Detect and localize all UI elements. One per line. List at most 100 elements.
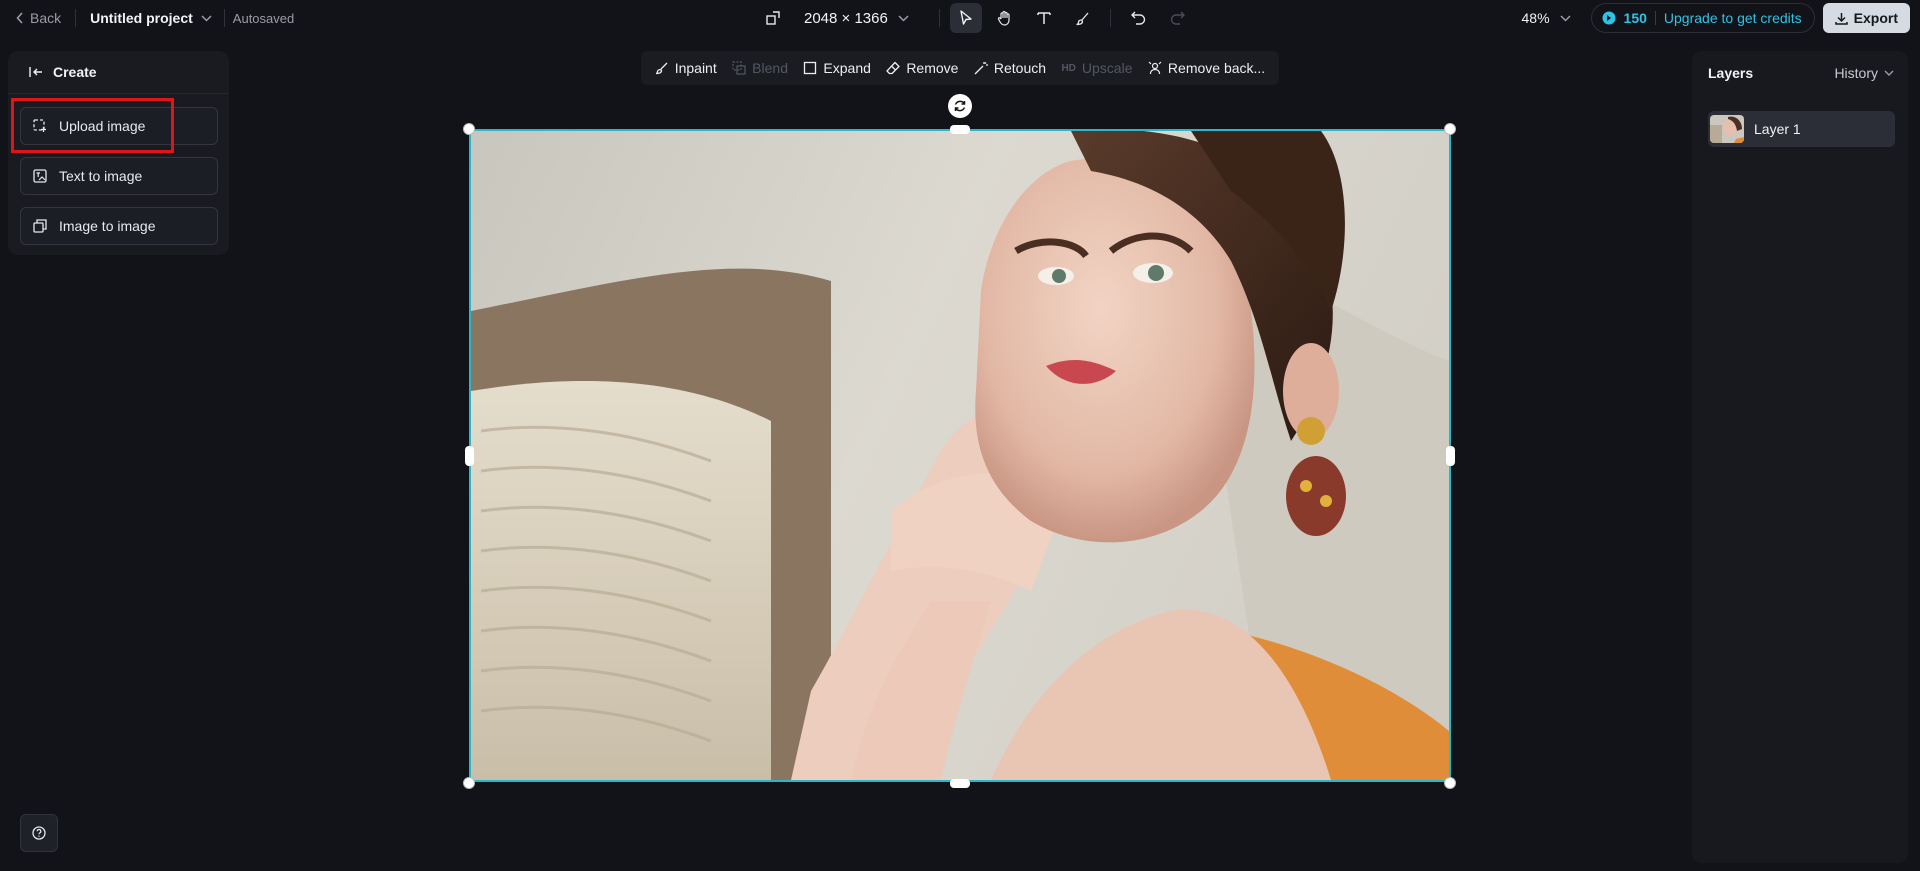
inpaint-button[interactable]: Inpaint — [655, 60, 717, 76]
select-tool[interactable] — [949, 3, 982, 33]
eraser-icon — [886, 61, 900, 75]
expand-button[interactable]: Expand — [803, 60, 871, 76]
resize-handle[interactable] — [950, 125, 970, 134]
rotate-icon — [954, 100, 966, 112]
edit-toolbar: Inpaint Blend Expand Remove Retouch HD U… — [641, 51, 1279, 85]
create-panel-header[interactable]: Create — [8, 51, 229, 94]
layer-item[interactable]: Layer 1 — [1708, 111, 1895, 147]
chevron-down-icon — [898, 14, 909, 22]
top-bar-left: Back Untitled project Autosaved — [16, 0, 294, 36]
resize-handle[interactable] — [463, 777, 475, 789]
download-icon — [1834, 12, 1848, 25]
cursor-arrow-icon — [960, 10, 972, 25]
remove-background-icon — [1148, 61, 1162, 75]
divider — [1109, 9, 1111, 27]
remove-background-label: Remove back... — [1167, 60, 1266, 76]
upload-image-label: Upload image — [59, 118, 146, 134]
upscale-button[interactable]: HD Upscale — [1061, 60, 1132, 76]
export-button[interactable]: Export — [1822, 3, 1910, 33]
chevron-down-icon — [201, 14, 212, 22]
upgrade-link[interactable]: Upgrade to get credits — [1664, 10, 1802, 26]
top-bar-center: 2048 × 1366 — [766, 0, 1201, 36]
blend-label: Blend — [752, 60, 788, 76]
layers-panel-header: Layers History — [1708, 51, 1894, 95]
history-label: History — [1834, 65, 1878, 81]
expand-label: Expand — [823, 60, 871, 76]
chevron-down-icon — [1560, 14, 1571, 22]
autosave-status: Autosaved — [232, 10, 295, 26]
create-panel: Create Upload image Text to image Image … — [8, 51, 229, 255]
text-icon — [1037, 12, 1051, 24]
inpaint-label: Inpaint — [674, 60, 717, 76]
resize-handle[interactable] — [950, 779, 970, 788]
remove-background-button[interactable]: Remove back... — [1148, 60, 1265, 76]
text-to-image-icon — [33, 169, 47, 183]
history-dropdown[interactable]: History — [1834, 65, 1894, 81]
canvas-size-dropdown[interactable]: 2048 × 1366 — [766, 10, 909, 27]
image-to-image-button[interactable]: Image to image — [20, 207, 218, 245]
canvas-image-frame[interactable] — [469, 129, 1451, 782]
create-panel-title: Create — [53, 64, 97, 80]
divider — [223, 9, 225, 27]
redo-button[interactable] — [1162, 3, 1194, 33]
resize-handle[interactable] — [463, 123, 475, 135]
layers-panel: Layers History Layer 1 — [1692, 51, 1908, 863]
upload-image-icon — [33, 119, 46, 132]
chevron-down-icon — [1884, 70, 1894, 76]
rotate-handle[interactable] — [948, 94, 972, 118]
back-label: Back — [30, 10, 62, 26]
hand-tool[interactable] — [989, 3, 1021, 33]
divider — [1654, 11, 1656, 25]
resize-icon — [766, 11, 780, 25]
resize-handle[interactable] — [1444, 777, 1456, 789]
magic-wand-icon — [974, 62, 988, 75]
text-to-image-label: Text to image — [59, 168, 143, 184]
retouch-label: Retouch — [993, 60, 1047, 76]
top-bar: Back Untitled project Autosaved 2048 × 1… — [0, 0, 1920, 36]
back-button[interactable]: Back — [16, 10, 61, 26]
credits-widget[interactable]: 150 Upgrade to get credits — [1590, 3, 1815, 33]
brush-tool[interactable] — [1067, 3, 1099, 33]
remove-label: Remove — [906, 60, 959, 76]
remove-button[interactable]: Remove — [886, 60, 958, 76]
top-bar-right: 48% 150 Upgrade to get credits Export — [1522, 0, 1910, 36]
export-label: Export — [1853, 10, 1898, 26]
project-name: Untitled project — [90, 10, 193, 26]
divider — [938, 9, 940, 27]
credit-coin-icon — [1602, 11, 1616, 25]
text-tool[interactable] — [1028, 3, 1060, 33]
canvas-dimensions: 2048 × 1366 — [804, 9, 888, 27]
inpaint-icon — [655, 62, 668, 75]
redo-icon — [1171, 11, 1186, 25]
canvas-photo — [471, 131, 1449, 780]
help-button[interactable] — [20, 814, 58, 852]
collapse-left-icon — [29, 67, 42, 77]
brush-icon — [1076, 12, 1089, 25]
layer-thumbnail — [1710, 115, 1744, 143]
undo-icon — [1131, 11, 1146, 25]
divider — [75, 9, 77, 27]
hand-icon — [997, 10, 1010, 26]
zoom-level: 48% — [1521, 10, 1550, 26]
chevron-left-icon — [16, 12, 23, 24]
help-icon — [32, 826, 46, 840]
credits-count: 150 — [1623, 10, 1647, 26]
hd-badge-icon: HD — [1061, 62, 1076, 74]
layers-title: Layers — [1708, 65, 1754, 81]
blend-icon — [732, 61, 746, 75]
resize-handle[interactable] — [1446, 446, 1455, 466]
text-to-image-button[interactable]: Text to image — [20, 157, 218, 195]
image-to-image-label: Image to image — [59, 218, 156, 234]
zoom-dropdown[interactable]: 48% — [1522, 10, 1571, 26]
undo-button[interactable] — [1123, 3, 1155, 33]
upscale-label: Upscale — [1081, 60, 1133, 76]
retouch-button[interactable]: Retouch — [974, 60, 1046, 76]
expand-icon — [804, 61, 817, 75]
layer-name: Layer 1 — [1754, 121, 1801, 137]
resize-handle[interactable] — [465, 446, 474, 466]
resize-handle[interactable] — [1444, 123, 1456, 135]
upload-image-button[interactable]: Upload image — [20, 107, 218, 145]
blend-button[interactable]: Blend — [732, 60, 788, 76]
project-name-dropdown[interactable]: Untitled project — [90, 10, 212, 26]
image-to-image-icon — [33, 219, 47, 233]
